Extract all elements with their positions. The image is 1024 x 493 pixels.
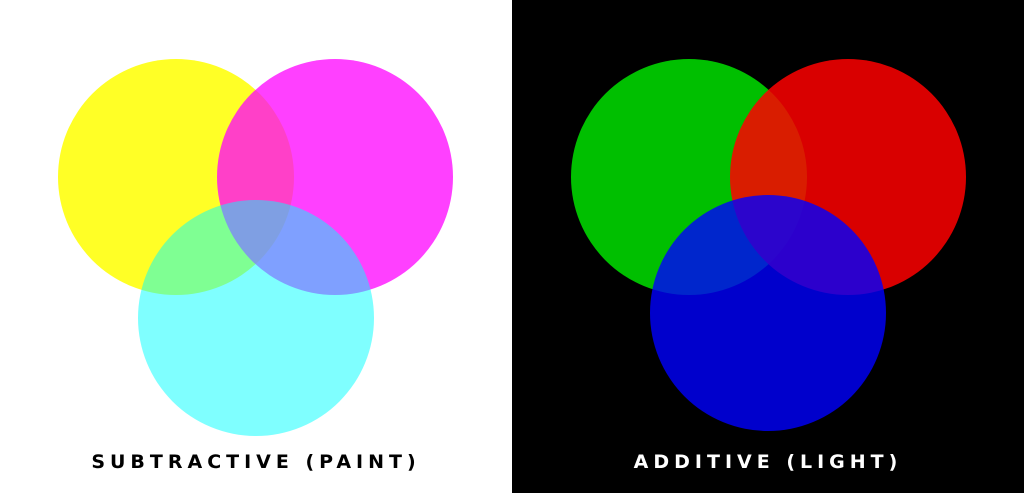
additive-venn <box>571 59 966 431</box>
additive-panel: ADDITIVE (LIGHT) <box>512 0 1024 493</box>
subtractive-venn <box>58 59 453 436</box>
subtractive-caption: SUBTRACTIVE (PAINT) <box>91 451 421 473</box>
blue-circle <box>650 195 886 431</box>
subtractive-panel: SUBTRACTIVE (PAINT) <box>0 0 512 493</box>
additive-caption: ADDITIVE (LIGHT) <box>633 451 903 473</box>
color-mixing-diagram: SUBTRACTIVE (PAINT) ADDITIVE (LIGHT) <box>0 0 1024 493</box>
cyan-circle <box>138 200 374 436</box>
